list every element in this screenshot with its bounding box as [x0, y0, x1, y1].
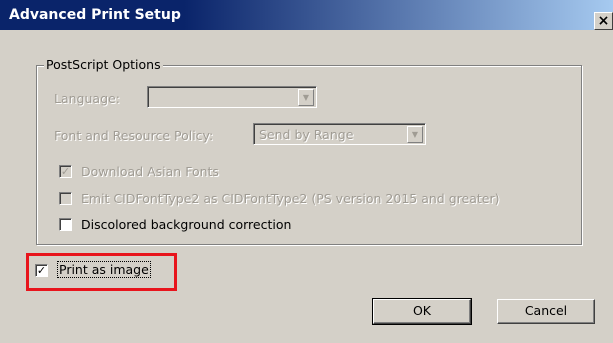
title-bar[interactable]: Advanced Print Setup ×	[0, 0, 613, 30]
emit-cidfonttype2-label: Emit CIDFontType2 as CIDFontType2 (PS ve…	[81, 191, 500, 206]
font-policy-dropdown[interactable]: Send by Range ▼	[253, 123, 426, 145]
dialog-title: Advanced Print Setup	[9, 7, 181, 23]
print-as-image-label: Print as image	[57, 261, 151, 278]
print-as-image-text: Print as image	[57, 261, 151, 278]
discolored-background-label: Discolored background correction	[81, 217, 292, 232]
discolored-background-checkbox[interactable]	[59, 218, 72, 231]
download-asian-fonts-label: Download Asian Fonts	[81, 164, 219, 179]
language-dropdown[interactable]: ▼	[147, 86, 317, 108]
postscript-options-label: PostScript Options	[44, 57, 163, 72]
print-as-image-checkbox[interactable]: ✓	[35, 264, 48, 277]
language-label: Language:	[54, 91, 120, 106]
close-icon: ×	[597, 13, 610, 29]
font-policy-label: Font and Resource Policy:	[54, 128, 214, 143]
chevron-down-icon[interactable]: ▼	[407, 126, 423, 143]
ok-button[interactable]: OK	[372, 298, 472, 325]
font-policy-value: Send by Range	[259, 127, 354, 142]
download-asian-fonts-checkbox[interactable]: ✓	[59, 165, 72, 178]
advanced-print-setup-dialog: Advanced Print Setup × PostScript Option…	[0, 0, 613, 343]
emit-cidfonttype2-checkbox[interactable]	[59, 192, 72, 205]
close-button[interactable]: ×	[594, 12, 613, 30]
chevron-down-icon[interactable]: ▼	[298, 89, 314, 106]
cancel-button[interactable]: Cancel	[497, 299, 595, 324]
